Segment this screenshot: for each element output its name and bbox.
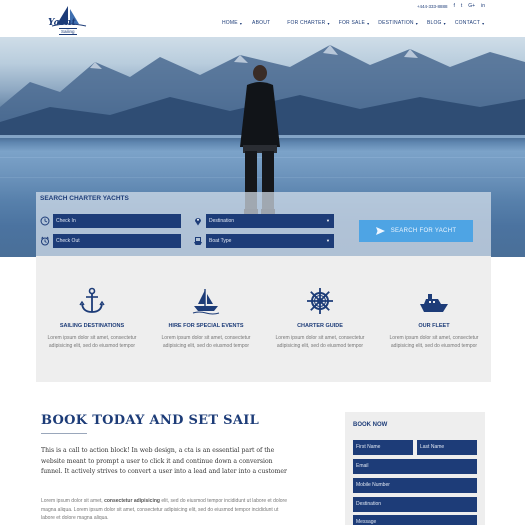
feature-hire-for-special-events[interactable]: HIRE FOR SPECIAL EVENTS Lorem ipsum dolo…	[150, 285, 262, 350]
alarm-clock-icon	[41, 236, 49, 246]
dropdown-arrow-icon: ▼	[326, 218, 330, 223]
nav-destination[interactable]: DESTINATION ▾	[378, 20, 418, 26]
nav-for-charter[interactable]: FOR CHARTER ▾	[287, 20, 329, 26]
nav-label: DESTINATION	[378, 20, 414, 26]
book-now-title: BOOK NOW	[353, 422, 388, 428]
ship-wheel-icon	[307, 288, 333, 314]
nav-for-sale[interactable]: FOR SALE ▾	[339, 20, 370, 26]
boat-icon	[194, 237, 202, 245]
email-placeholder: Email	[356, 463, 369, 469]
nav-blog[interactable]: BLOG ▾	[427, 20, 446, 26]
clock-icon	[40, 216, 50, 226]
nav-label: CONTACT	[454, 20, 481, 26]
message-placeholder: Message	[356, 519, 377, 525]
nav-label: HOME	[222, 20, 238, 26]
motor-yacht-icon	[420, 294, 448, 312]
feature-title: HIRE FOR SPECIAL EVENTS	[168, 323, 244, 329]
boat-type-label: Boat Type	[209, 238, 232, 244]
mobile-placeholder: Mobile Number	[356, 482, 390, 488]
chevron-down-icon: ▾	[239, 20, 243, 26]
main-nav: HOME ▾ ABOUT FOR CHARTER ▾ FOR SALE ▾ DESTI…	[222, 20, 484, 26]
booking-destination-field[interactable]: Destination	[353, 497, 477, 512]
logo-tagline: Sailing	[59, 28, 77, 35]
feature-text: Lorem ipsum dolor sit amet, consectetur …	[389, 335, 479, 349]
feature-charter-guide[interactable]: CHARTER GUIDE Lorem ipsum dolor sit amet…	[264, 285, 376, 350]
twitter-icon[interactable]: t	[461, 3, 462, 9]
destination-label: Destination	[209, 218, 235, 224]
nav-label: FOR CHARTER	[287, 20, 326, 26]
nav-label: ABOUT	[252, 20, 271, 26]
search-title: SEARCH CHARTER YACHTS	[40, 195, 129, 202]
first-name-placeholder: First Name	[356, 444, 381, 450]
cta-heading: BOOK TODAY AND SET SAIL	[41, 413, 260, 428]
cta-paragraph: This is a call to action block! In web d…	[41, 447, 287, 476]
boat-type-select[interactable]: Boat Type ▼	[206, 234, 334, 248]
logo[interactable]: Yacht Sailing	[48, 5, 90, 35]
map-pin-icon	[195, 218, 201, 226]
nav-home[interactable]: HOME ▾	[222, 20, 242, 26]
dropdown-arrow-icon: ▼	[326, 238, 330, 243]
destination-placeholder: Destination	[356, 501, 382, 507]
lorem-text-start: Lorem ipsum dolor sit amet,	[41, 498, 105, 504]
check-in-field[interactable]: Check In	[53, 214, 181, 228]
site-header: Yacht Sailing +444-333-8888 f t G+ in HO…	[0, 0, 525, 37]
mobile-number-field[interactable]: Mobile Number	[353, 478, 477, 493]
cta-lorem-text: Lorem ipsum dolor sit amet, consectetur …	[41, 497, 293, 523]
feature-text: Lorem ipsum dolor sit amet, consectetur …	[47, 335, 137, 349]
nav-about[interactable]: ABOUT	[252, 20, 270, 26]
cta-divider	[41, 433, 87, 434]
google-plus-icon[interactable]: G+	[468, 3, 475, 9]
feature-title: OUR FLEET	[418, 323, 450, 329]
nav-label: FOR SALE	[338, 20, 366, 26]
search-for-yacht-button[interactable]: SEARCH FOR YACHT	[359, 220, 473, 242]
chevron-down-icon: ▾	[443, 20, 446, 26]
feature-text: Lorem ipsum dolor sit amet, consectetur …	[275, 335, 365, 349]
nav-label: BLOG	[426, 20, 442, 26]
feature-title: CHARTER GUIDE	[297, 323, 343, 329]
chevron-down-icon: ▾	[327, 20, 330, 26]
lorem-text-bold: consectetur adipisicing	[104, 498, 160, 504]
chevron-down-icon: ▾	[415, 20, 418, 26]
phone-number[interactable]: +444-333-8888	[417, 4, 448, 9]
sailboat-icon	[192, 289, 220, 315]
logo-wordmark: Yacht	[48, 18, 76, 28]
chevron-down-icon: ▾	[367, 20, 370, 26]
check-out-label: Check Out	[56, 238, 80, 244]
feature-our-fleet[interactable]: OUR FLEET Lorem ipsum dolor sit amet, co…	[378, 285, 490, 350]
check-in-label: Check In	[56, 218, 76, 224]
first-name-field[interactable]: First Name	[353, 440, 413, 455]
message-field[interactable]: Message	[353, 515, 477, 525]
facebook-icon[interactable]: f	[454, 3, 455, 9]
anchor-icon	[79, 287, 105, 313]
feature-text: Lorem ipsum dolor sit amet, consectetur …	[161, 335, 251, 349]
destination-select[interactable]: Destination ▼	[206, 214, 334, 228]
contact-row: +444-333-8888 f t G+ in	[417, 3, 485, 9]
send-icon	[375, 227, 385, 235]
chevron-down-icon: ▾	[482, 20, 485, 26]
feature-sailing-destinations[interactable]: SAILING DESTINATIONS Lorem ipsum dolor s…	[36, 285, 148, 350]
last-name-placeholder: Last Name	[420, 444, 445, 450]
search-button-label: SEARCH FOR YACHT	[390, 228, 457, 234]
check-out-field[interactable]: Check Out	[53, 234, 181, 248]
nav-contact[interactable]: CONTACT ▾	[455, 20, 484, 26]
last-name-field[interactable]: Last Name	[417, 440, 477, 455]
feature-title: SAILING DESTINATIONS	[59, 323, 125, 329]
linkedin-icon[interactable]: in	[481, 3, 485, 9]
email-field[interactable]: Email	[353, 459, 477, 474]
